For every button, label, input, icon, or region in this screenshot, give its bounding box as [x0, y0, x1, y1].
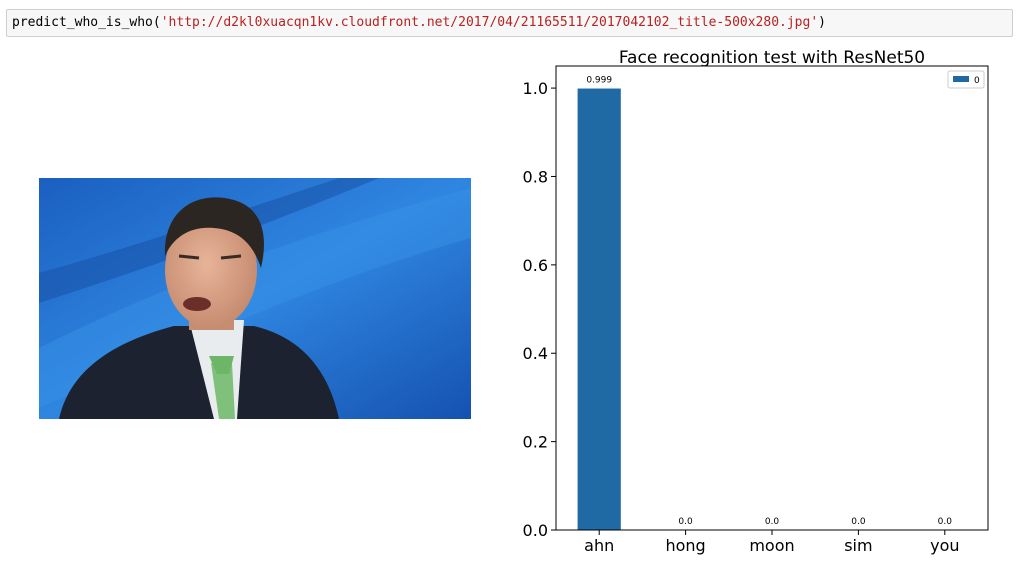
code-open-paren: (	[152, 15, 161, 30]
code-function-name: predict_who_is_who	[12, 15, 153, 30]
chart-title: Face recognition test with ResNet50	[619, 48, 925, 68]
x-tick-label-sim: sim	[844, 536, 872, 555]
y-tick-label: 0.6	[523, 256, 548, 275]
bar-ahn	[577, 88, 621, 530]
y-tick-label: 0.2	[523, 433, 548, 452]
code-close-paren: )	[818, 15, 826, 30]
code-url-argument: 'http://d2kl0xuacqn1kv.cloudfront.net/20…	[160, 15, 819, 30]
bar-chart: Face recognition test with ResNet50 0.00…	[523, 48, 989, 555]
data-label-sim: 0.0	[851, 517, 866, 527]
y-tick-label: 0.0	[523, 521, 548, 540]
legend-label: 0	[974, 76, 980, 86]
y-tick-label: 1.0	[523, 79, 548, 98]
portrait-photo	[39, 178, 471, 419]
code-cell-input[interactable]: predict_who_is_who('http://d2kl0xuacqn1k…	[6, 9, 1013, 37]
bar-series: 0.999 0.0 0.0 0.0 0.0	[577, 76, 953, 530]
data-label-ahn: 0.999	[586, 76, 612, 86]
x-tick-label-hong: hong	[665, 536, 705, 555]
data-label-hong: 0.0	[678, 517, 693, 527]
y-tick-label: 0.8	[523, 167, 548, 186]
legend: 0	[947, 70, 985, 89]
x-tick-label-moon: moon	[749, 536, 794, 555]
x-tick-label-you: you	[930, 536, 959, 555]
data-label-moon: 0.0	[765, 517, 780, 527]
legend-swatch	[953, 76, 969, 82]
data-label-you: 0.0	[938, 517, 953, 527]
x-axis: ahn hong moon sim you	[584, 530, 960, 555]
x-tick-label-ahn: ahn	[584, 536, 614, 555]
y-axis: 0.0 0.2 0.4 0.6 0.8 1.0	[523, 79, 556, 540]
y-tick-label: 0.4	[523, 344, 548, 363]
